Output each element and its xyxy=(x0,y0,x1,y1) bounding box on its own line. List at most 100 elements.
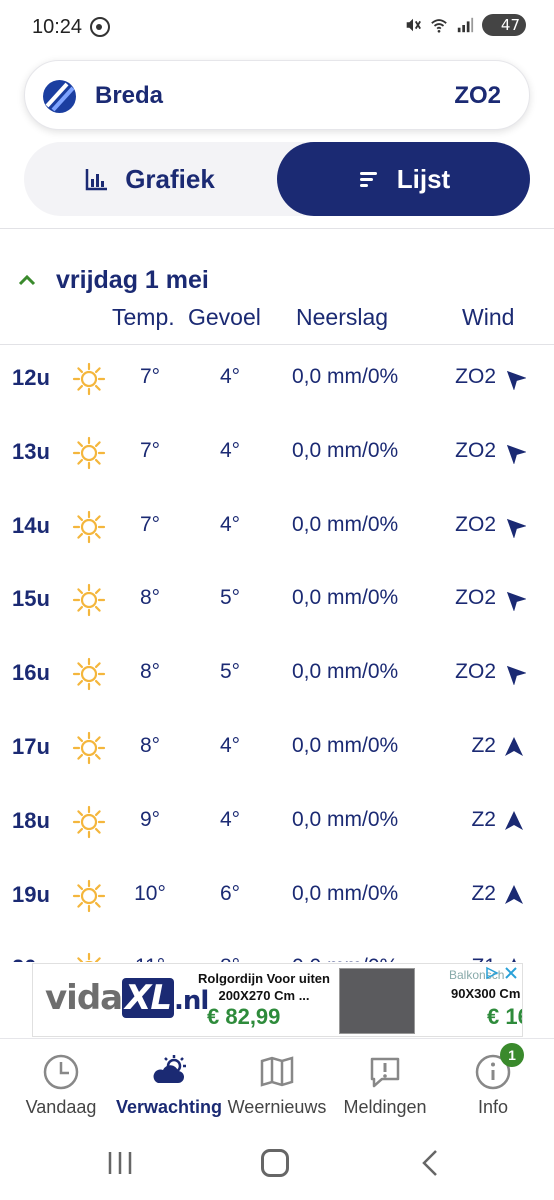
row-feel: 5° xyxy=(219,660,241,684)
nav-label: Meldingen xyxy=(343,1097,427,1117)
tab-lijst-label: Lijst xyxy=(396,163,451,194)
hourly-list[interactable]: 12u 7° 4° 0,0 mm/0% ZO2 13u 7° 4° 0,0 mm/0% ZO2 14… xyxy=(0,350,554,962)
row-temp: 7° xyxy=(139,365,161,388)
divider xyxy=(0,344,554,345)
table-row: 19u 10° 6° 0,0 mm/0% Z2 xyxy=(0,867,554,941)
ad-choices-icon[interactable] xyxy=(484,966,500,980)
nav-label: Verwachting xyxy=(115,1097,223,1117)
table-row: 20u 11° 8° 0,0 mm/0% Z1 xyxy=(0,940,554,962)
row-hour: 12u xyxy=(12,365,50,390)
wind-arrow-icon xyxy=(502,735,526,759)
row-temp: 7° xyxy=(139,438,161,462)
row-temp: 8° xyxy=(139,733,161,757)
tab-lijst[interactable]: Lijst xyxy=(277,142,530,216)
nav-item-info[interactable]: Info 1 xyxy=(438,1039,548,1131)
nav-item-vandaag[interactable]: Vandaag xyxy=(6,1039,116,1131)
sun-icon xyxy=(72,510,106,544)
col-gevoel: Gevoel xyxy=(188,304,261,330)
app-logo-icon xyxy=(43,80,76,113)
row-feel: 4° xyxy=(219,733,241,757)
location-name: Breda xyxy=(95,82,164,109)
close-icon[interactable] xyxy=(504,966,518,980)
recent-apps-icon[interactable] xyxy=(106,1150,134,1176)
tab-grafiek[interactable]: Grafiek xyxy=(24,142,276,216)
table-row: 12u 7° 4° 0,0 mm/0% ZO2 xyxy=(0,350,554,424)
cloud-sun-icon xyxy=(150,1053,188,1091)
notification-badge: 1 xyxy=(500,1043,524,1067)
system-nav xyxy=(0,1130,554,1200)
col-wind: Wind xyxy=(462,304,515,330)
table-row: 18u 9° 4° 0,0 mm/0% Z2 xyxy=(0,793,554,867)
row-wind: ZO2 xyxy=(455,512,496,536)
row-rain: 0,0 mm/0% xyxy=(292,807,399,831)
divider xyxy=(0,228,554,229)
row-wind: Z2 xyxy=(471,807,496,831)
day-header[interactable]: vrijdag 1 mei xyxy=(16,262,209,298)
row-hour: 16u xyxy=(12,660,50,686)
row-wind: ZO2 xyxy=(455,660,496,684)
sun-icon xyxy=(72,436,106,470)
row-rain: 0,0 mm/0% xyxy=(292,586,399,610)
row-rain: 0,0 mm/0% xyxy=(292,733,399,757)
row-hour: 14u xyxy=(12,512,50,538)
battery-indicator: 47 xyxy=(482,14,526,36)
clock-icon xyxy=(42,1053,80,1091)
row-hour: 17u xyxy=(12,733,50,759)
nav-label: Weernieuws xyxy=(227,1097,327,1117)
sun-icon xyxy=(72,952,106,962)
table-row: 15u 8° 5° 0,0 mm/0% ZO2 xyxy=(0,571,554,645)
wind-arrow-icon xyxy=(502,956,526,962)
table-row: 13u 7° 4° 0,0 mm/0% ZO2 xyxy=(0,424,554,498)
status-icons: 47 xyxy=(404,14,526,36)
nav-label: Info xyxy=(477,1097,509,1117)
row-rain: 0,0 mm/0% xyxy=(292,438,399,462)
ad-product2-title: 90X300 Cm G xyxy=(451,986,522,1001)
location-card[interactable]: Breda ZO2 xyxy=(24,60,530,130)
row-wind: ZO2 xyxy=(455,438,496,462)
sun-icon xyxy=(72,879,106,913)
signal-icon xyxy=(456,15,474,35)
nav-item-verwachting[interactable]: Verwachting xyxy=(114,1039,224,1131)
bottom-nav: Vandaag Verwachting Weernieuws Meldingen Inf… xyxy=(0,1038,554,1130)
home-icon[interactable] xyxy=(261,1149,289,1177)
row-feel: 4° xyxy=(219,807,241,831)
row-feel: 4° xyxy=(219,512,241,536)
back-icon[interactable] xyxy=(418,1148,442,1178)
row-wind: ZO2 xyxy=(455,586,496,610)
wind-arrow-icon xyxy=(502,587,527,613)
row-feel: 4° xyxy=(219,438,241,462)
row-rain: 0,0 mm/0% xyxy=(292,365,399,388)
alert-bubble-icon xyxy=(366,1053,404,1091)
book-icon xyxy=(258,1053,296,1091)
row-feel: 4° xyxy=(219,365,241,388)
row-temp: 11° xyxy=(128,955,172,962)
sun-icon xyxy=(72,805,106,839)
column-headers: Temp. Gevoel Neerslag Wind xyxy=(0,304,554,334)
ad-brand-logo: vidaXL .nl xyxy=(45,978,209,1018)
row-temp: 9° xyxy=(139,807,161,831)
nav-item-meldingen[interactable]: Meldingen xyxy=(330,1039,440,1131)
whatsapp-icon xyxy=(90,17,110,37)
wind-arrow-icon xyxy=(502,440,527,465)
sun-icon xyxy=(72,362,106,396)
row-hour: 13u xyxy=(12,438,50,464)
status-time: 10:24 xyxy=(32,16,83,38)
ad-product1-price: € 82,99 xyxy=(207,1004,281,1029)
ad-banner[interactable]: vidaXL .nl Rolgordijn Voor uiten 200X270 … xyxy=(32,963,523,1037)
row-feel: 5° xyxy=(219,586,241,610)
row-rain: 0,0 mm/0% xyxy=(292,881,399,905)
row-temp: 8° xyxy=(139,660,161,684)
table-row: 16u 8° 5° 0,0 mm/0% ZO2 xyxy=(0,645,554,719)
sun-icon xyxy=(72,657,106,691)
col-neerslag: Neerslag xyxy=(296,304,389,330)
row-wind: ZO2 xyxy=(455,365,496,388)
status-bar: 10:24 47 xyxy=(0,0,554,56)
row-rain: 0,0 mm/0% xyxy=(292,512,399,536)
wifi-icon xyxy=(430,15,448,35)
nav-item-weernieuws[interactable]: Weernieuws xyxy=(222,1039,332,1131)
ad-product1-title: Rolgordijn Voor uiten 200X270 Cm ... xyxy=(198,971,330,1003)
wind-arrow-icon xyxy=(502,883,526,907)
ad-product2-price: € 16 xyxy=(487,1004,522,1029)
table-row: 14u 7° 4° 0,0 mm/0% ZO2 xyxy=(0,498,554,572)
wind-arrow-icon xyxy=(502,366,527,391)
